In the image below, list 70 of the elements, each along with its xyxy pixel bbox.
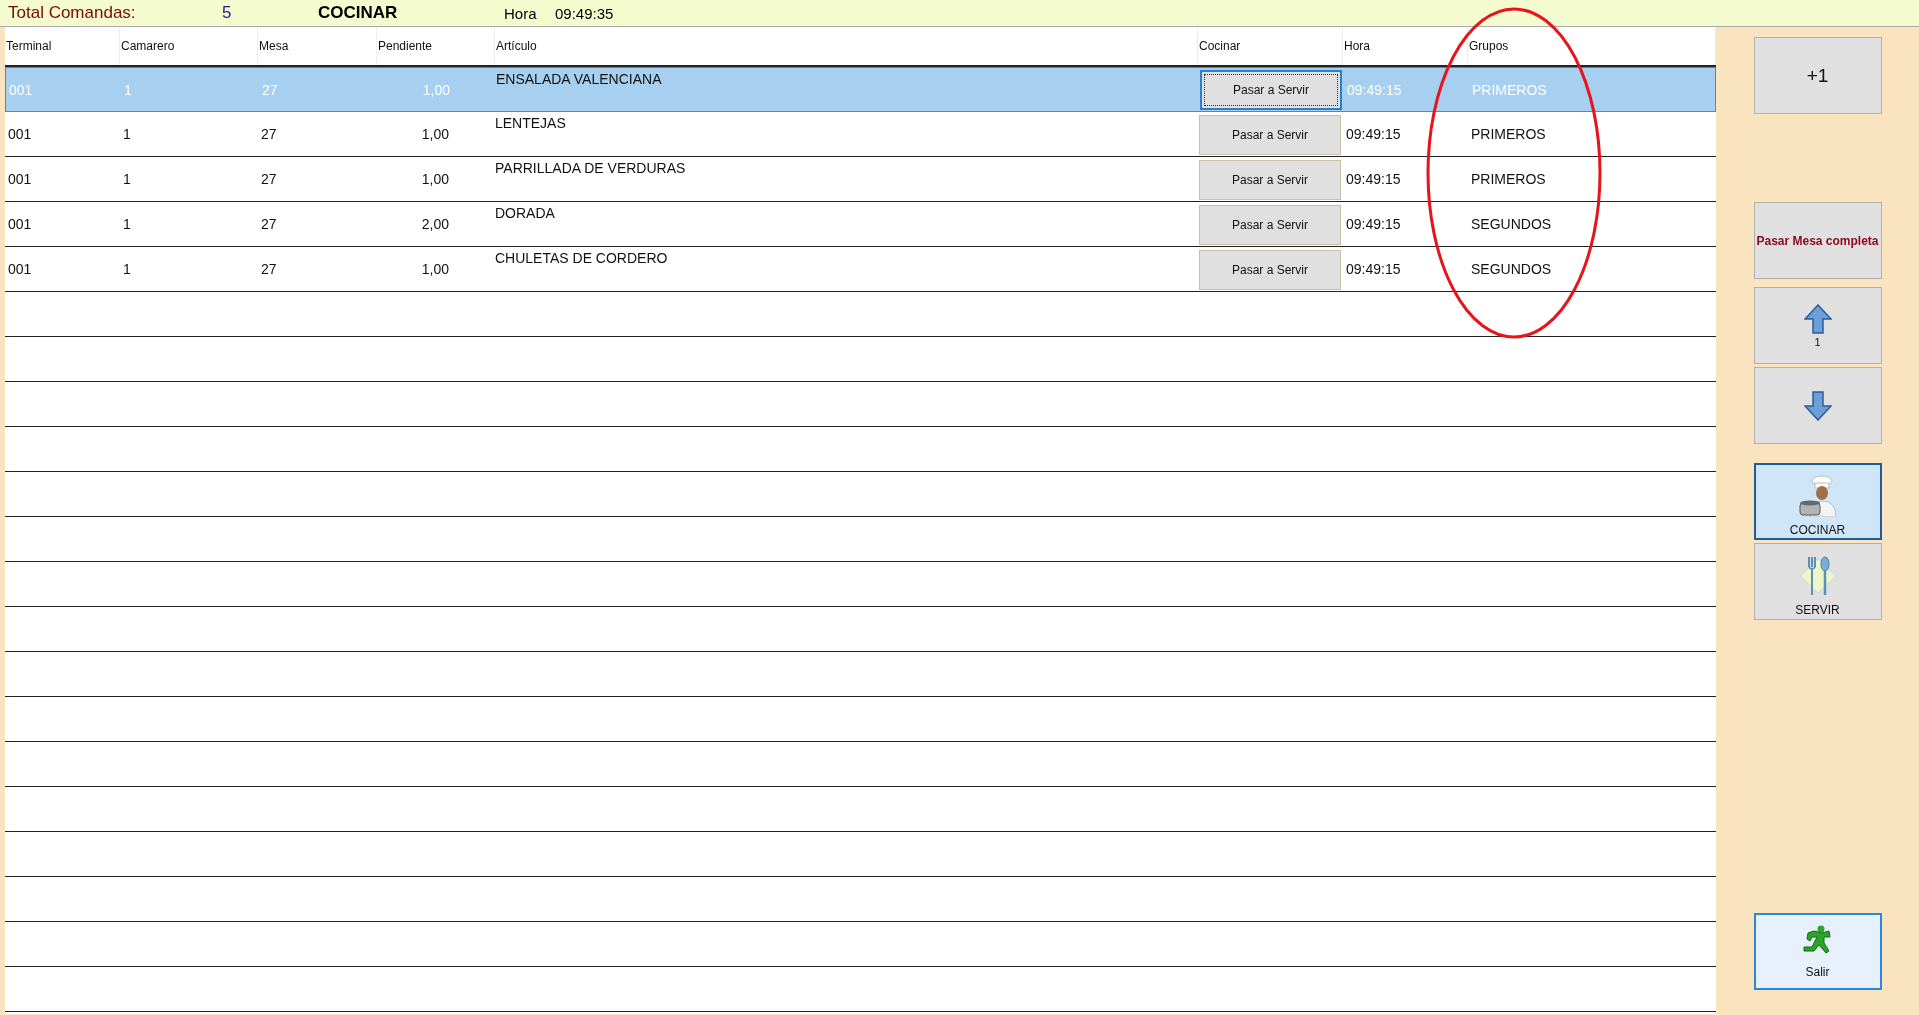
- pass-to-serve-button[interactable]: Pasar a Servir: [1199, 114, 1341, 155]
- chef-icon: [1797, 474, 1838, 517]
- column-header: Artículo: [495, 27, 1198, 65]
- item-cell-text: LENTEJAS: [495, 114, 567, 133]
- group-cell-text: SEGUNDOS: [1470, 260, 1553, 279]
- time-cell-text: 09:49:15: [1345, 215, 1402, 234]
- time-cell-text: 09:49:15: [1345, 260, 1402, 279]
- down-arrow-icon: [1803, 390, 1832, 421]
- time-cell-text: 09:49:15: [1345, 125, 1402, 144]
- item-cell-text: CHULETAS DE CORDERO: [495, 249, 669, 268]
- add-one-button[interactable]: +1: [1753, 37, 1882, 114]
- column-header: Cocinar: [1198, 27, 1343, 65]
- selected-mode-button[interactable]: COCINAR: [1753, 463, 1882, 540]
- table-number-cell-text: 27: [260, 260, 278, 279]
- mode-title: COCINAR: [318, 3, 399, 23]
- pending-cell-text: 1,00: [420, 170, 450, 189]
- column-header: Camarero: [120, 27, 258, 65]
- time-cell-text: 09:49:15: [1345, 170, 1402, 189]
- table-row[interactable]: 001 1 27 1,00 PARRILLADA DE VERDURAS Pasar a Servir 09:49:15 PRIMEROS: [5, 157, 1716, 202]
- complete-table-button[interactable]: Pasar Mesa completa: [1753, 202, 1882, 279]
- waiter-cell-text: 1: [122, 260, 132, 279]
- item-cell-text: PARRILLADA DE VERDURAS: [495, 159, 687, 178]
- mode-button[interactable]: SERVIR: [1753, 543, 1882, 620]
- waiter-cell-text: 1: [122, 125, 132, 144]
- pending-cell-text: 2,00: [420, 215, 450, 234]
- column-header: Hora: [1343, 27, 1468, 65]
- column-header: Grupos: [1468, 27, 1716, 65]
- pass-to-serve-button[interactable]: Pasar a Servir: [1200, 70, 1342, 110]
- scroll-up-button[interactable]: 1: [1753, 287, 1882, 364]
- total-count: 5: [222, 3, 233, 23]
- terminal-cell-text: 001: [7, 170, 33, 189]
- pass-to-serve-button[interactable]: Pasar a Servir: [1199, 159, 1341, 200]
- table-row[interactable]: 001 1 27 1,00 LENTEJAS Pasar a Servir 09:49:15 PRIMEROS: [5, 112, 1716, 157]
- group-cell-text: SEGUNDOS: [1470, 215, 1553, 234]
- page-number: 1: [1814, 335, 1821, 348]
- waiter-cell-text: 1: [122, 215, 132, 234]
- group-cell-text: PRIMEROS: [1470, 170, 1547, 189]
- item-cell-text: ENSALADA VALENCIANA: [496, 70, 663, 89]
- pass-to-serve-button[interactable]: Pasar a Servir: [1199, 204, 1341, 245]
- total-label: Total Comandas:: [8, 3, 137, 23]
- column-header: Terminal: [5, 27, 120, 65]
- waiter-cell-text: 1: [122, 170, 132, 189]
- table-number-cell-text: 27: [260, 125, 278, 144]
- column-header: Pendiente: [377, 27, 495, 65]
- cutlery-icon: [1797, 554, 1838, 597]
- column-header: Mesa: [258, 27, 377, 65]
- terminal-cell-text: 001: [7, 260, 33, 279]
- up-arrow-icon: [1803, 303, 1832, 334]
- scroll-down-button[interactable]: [1753, 367, 1882, 444]
- table-number-cell-text: 27: [260, 215, 278, 234]
- waiter-cell-text: 1: [123, 80, 133, 100]
- time-value: 09:49:35: [555, 4, 614, 22]
- item-cell-text: DORADA: [495, 204, 556, 223]
- table-number-cell-text: 27: [260, 170, 278, 189]
- pending-cell-text: 1,00: [420, 125, 450, 144]
- group-cell-text: PRIMEROS: [1471, 80, 1548, 100]
- time-label: Hora: [504, 4, 538, 22]
- time-cell-text: 09:49:15: [1346, 80, 1403, 100]
- pending-cell-text: 1,00: [421, 80, 451, 100]
- group-cell-text: PRIMEROS: [1470, 125, 1547, 144]
- terminal-cell-text: 001: [8, 80, 34, 100]
- terminal-cell-text: 001: [7, 215, 33, 234]
- table-number-cell-text: 27: [261, 80, 279, 100]
- pass-to-serve-button[interactable]: Pasar a Servir: [1199, 249, 1341, 290]
- selected-row[interactable]: 001 1 27 1,00 ENSALADA VALENCIANA Pasar a Servir 09:49:15 PRIMEROS: [5, 67, 1716, 112]
- exit-button[interactable]: Salir: [1753, 913, 1882, 990]
- terminal-cell-text: 001: [7, 125, 33, 144]
- table-row[interactable]: 001 1 27 2,00 DORADA Pasar a Servir 09:49:15 SEGUNDOS: [5, 202, 1716, 247]
- table-row[interactable]: 001 1 27 1,00 CHULETAS DE CORDERO Pasar a Servir 09:49:15 SEGUNDOS: [5, 247, 1716, 292]
- pending-cell-text: 1,00: [420, 260, 450, 279]
